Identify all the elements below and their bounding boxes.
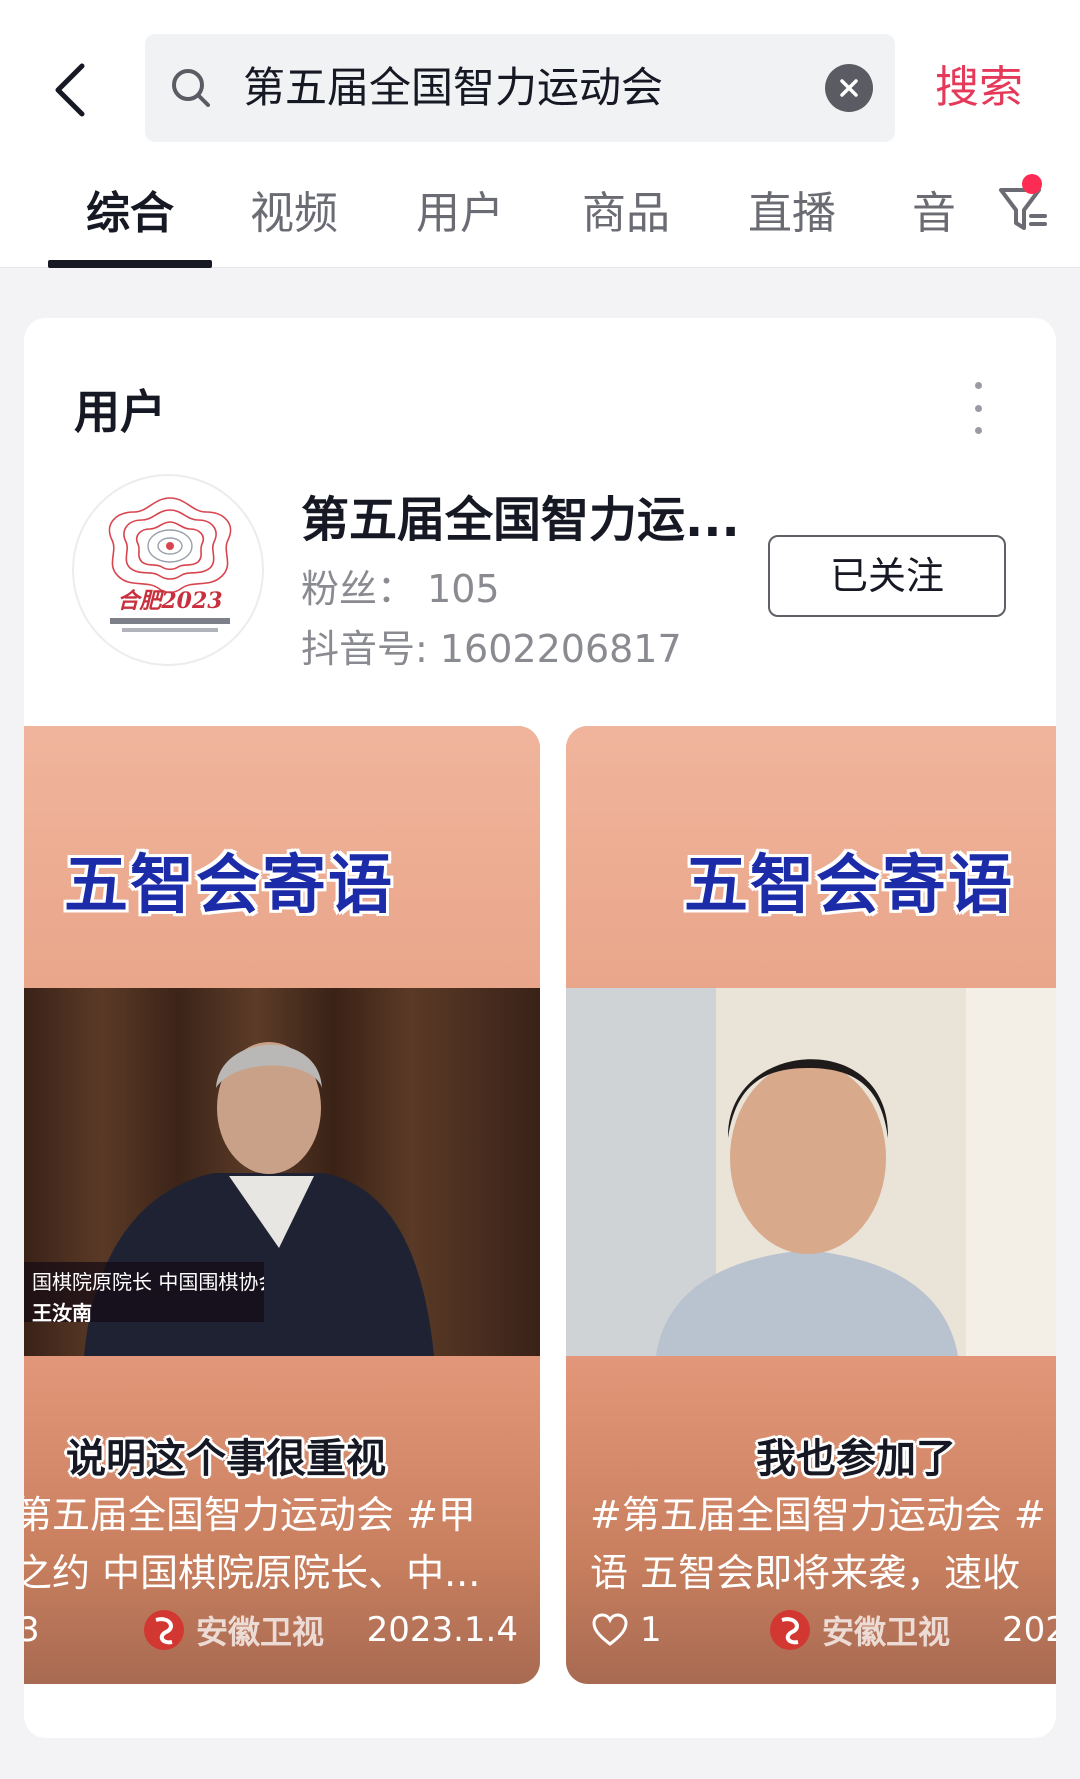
like-count: 1 [592,1610,662,1650]
channel-watermark: 安徽卫视 [140,1606,324,1654]
user-name[interactable]: 第五届全国智力运... [301,480,740,550]
video-banner-text: 五智会寄语 [684,849,1014,923]
more-dot-icon [974,404,982,412]
back-button[interactable] [40,50,100,130]
search-query: 第五届全国智力运动会 [243,63,664,112]
more-dot-icon [974,427,982,434]
channel-logo-icon [144,1610,184,1650]
channel-logo-icon [770,1610,810,1650]
name-tag-name: 王汝南 [32,1301,92,1322]
video-subtitle: 我也参加了 [756,1436,956,1482]
close-icon [840,79,858,97]
video-caption-line: 第五届全国智力运动会 #甲 [24,1493,476,1537]
like-count: 3 [24,1610,40,1650]
search-button[interactable]: 搜索 [935,34,1023,142]
channel-watermark: 安徽卫视 [766,1606,950,1654]
name-tag-title: 国棋院原院长 中国围棋协会原主 [32,1270,264,1294]
avatar-logo-text: 合肥2023 [117,588,222,614]
video-banner-text: 五智会寄语 [64,849,394,923]
video-caption-line: #第五届全国智力运动会 # [590,1493,1046,1537]
section-title: 用户 [74,385,166,439]
tab-bar: 综合 视频 用户 商品 直播 音 [0,160,1080,268]
user-fans-count: 粉丝： 105 [301,567,500,611]
clear-search-button[interactable] [825,64,873,112]
tab-music[interactable]: 音 [912,160,956,268]
tab-all[interactable]: 综合 [86,160,174,268]
tab-users[interactable]: 用户 [416,160,504,268]
top-bar: 第五届全国智力运动会 搜索 [0,0,1080,160]
search-input[interactable]: 第五届全国智力运动会 [145,34,895,142]
tab-products[interactable]: 商品 [582,160,670,268]
follow-button[interactable]: 已关注 [768,535,1006,617]
chevron-left-icon [55,63,85,117]
avatar[interactable]: 合肥2023 [72,474,264,666]
video-card[interactable]: 五智会寄语 国棋院原院长 中国围棋协会原主 王汝南 [24,726,540,1684]
video-date: 2023.1.4 [366,1610,518,1650]
user-douyin-id: 抖音号: 1602206817 [301,627,682,671]
like-count-value: 1 [640,1610,662,1650]
like-count-value: 3 [24,1610,40,1650]
active-tab-indicator [48,260,212,268]
games-logo-icon: 合肥2023 [108,497,232,632]
channel-name: 安徽卫视 [822,1613,951,1651]
video-meta: 1 安徽卫视 202 [566,1606,1056,1662]
video-caption-line: 语 五智会即将来袭，速收 [590,1551,1021,1595]
more-options-button[interactable] [968,382,988,434]
search-icon [172,69,210,107]
channel-name: 安徽卫视 [196,1613,325,1651]
tab-live[interactable]: 直播 [748,160,836,268]
video-name-tag: 国棋院原院长 中国围棋协会原主 王汝南 [24,1262,264,1322]
notification-dot [1022,174,1042,194]
video-meta: 3 安徽卫视 2023.1.4 [24,1606,540,1662]
video-card[interactable]: 五智会寄语 我也参加了 #第五届全国智力运动会 # 语 五智会即将来袭，速收 1 [566,726,1056,1684]
heart-icon [592,1613,628,1646]
video-thumbnail-image [566,988,1056,1356]
video-caption-line: 之约 中国棋院原院长、中... [24,1551,481,1595]
tab-videos[interactable]: 视频 [250,160,338,268]
more-dot-icon [974,382,982,389]
video-subtitle: 说明这个事很重视 [66,1436,386,1482]
user-section-card: 用户 合肥2023 第五届全国智力运... 粉丝： 105 抖音号: 16022… [24,318,1056,1738]
video-date: 202 [1002,1610,1056,1650]
